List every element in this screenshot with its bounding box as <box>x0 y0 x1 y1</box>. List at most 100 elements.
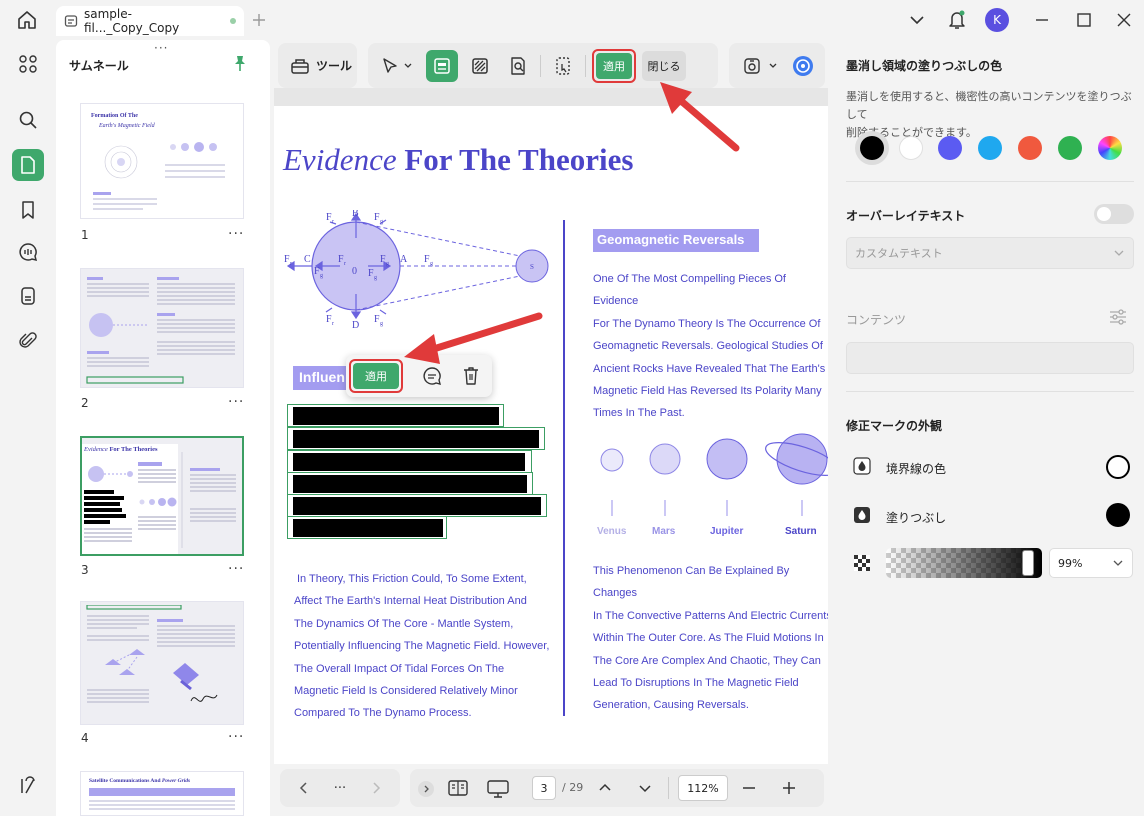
sidebar-toggle-icon[interactable] <box>12 770 44 802</box>
redact-pages-button[interactable] <box>547 50 579 82</box>
toolbox-icon <box>291 58 309 74</box>
home-icon[interactable] <box>16 9 38 31</box>
attachment-stack-icon[interactable] <box>12 280 44 312</box>
tools-label: ツール <box>316 59 353 73</box>
thumbnail-page-4[interactable] <box>80 601 244 725</box>
more-options-button[interactable]: ··· <box>334 781 346 796</box>
search-redact-button[interactable] <box>502 50 534 82</box>
fill-color-swatch[interactable] <box>1106 503 1130 527</box>
bookmark-icon[interactable] <box>12 194 44 226</box>
page-nav-group: ··· <box>280 769 400 807</box>
custom-text-placeholder: カスタムテキスト <box>855 247 943 260</box>
overlay-text-title: オーバーレイテキスト <box>846 209 966 223</box>
thumbnail-page-1[interactable]: Formation Of The Earth's Magnetic Field <box>80 103 244 219</box>
drag-handle-icon[interactable]: ··· <box>154 41 168 55</box>
chevron-down-icon <box>404 63 412 68</box>
bell-icon[interactable] <box>947 9 967 31</box>
opacity-value: 99% <box>1058 556 1083 570</box>
current-page-input[interactable]: 3 <box>532 776 556 800</box>
ai-assistant-button[interactable] <box>787 50 819 82</box>
custom-text-select[interactable]: カスタムテキスト <box>846 237 1134 269</box>
thumb-more-3[interactable]: ··· <box>228 561 244 577</box>
fill-drop-icon <box>853 506 871 524</box>
search-icon[interactable] <box>12 104 44 136</box>
swatch-cyan[interactable] <box>978 136 1002 160</box>
chevron-down-icon <box>1113 560 1123 566</box>
apply-button-highlight: 適用 <box>592 48 636 83</box>
swatch-green[interactable] <box>1058 136 1082 160</box>
content-text-input[interactable] <box>846 342 1134 374</box>
document-tab-icon <box>64 14 78 28</box>
thumb-number-1: 1 <box>81 228 89 242</box>
fill-color-description: 墨消しを使用すると、機密性の高いコンテンツを塗りつぶして 削除することができます… <box>846 88 1138 142</box>
apps-grid-icon[interactable] <box>12 48 44 80</box>
toggle-knob <box>1097 207 1111 221</box>
swatch-custom-rainbow[interactable] <box>1098 136 1122 160</box>
paperclip-icon[interactable] <box>12 325 44 357</box>
close-window-icon[interactable] <box>1116 12 1132 28</box>
swatch-white[interactable] <box>899 136 923 160</box>
cursor-arrow-icon <box>383 57 397 73</box>
thumb-number-2: 2 <box>81 396 89 410</box>
swatch-blue[interactable] <box>938 136 962 160</box>
maximize-icon[interactable] <box>1076 12 1092 28</box>
toolbar-apply-button[interactable]: 適用 <box>596 52 632 79</box>
thumb-number-4: 4 <box>81 731 89 745</box>
page-up-icon[interactable] <box>598 781 612 795</box>
collapse-toggle-icon[interactable] <box>418 781 434 797</box>
opacity-slider[interactable] <box>886 548 1042 578</box>
opacity-slider-handle[interactable] <box>1022 550 1034 576</box>
select-tool-button[interactable] <box>374 50 420 82</box>
thumbnail-page-2[interactable] <box>80 268 244 388</box>
fill-color-title: 墨消し領域の塗りつぶしの色 <box>846 59 1003 73</box>
tools-group: ツール <box>278 43 357 88</box>
opacity-select[interactable]: 99% <box>1049 548 1133 578</box>
content-label: コンテンツ <box>846 313 907 327</box>
border-color-label: 境界線の色 <box>886 462 947 476</box>
fill-color-description-line: 墨消しを使用すると、機密性の高いコンテンツを塗りつぶして <box>846 90 1132 121</box>
opacity-checker-icon <box>853 554 871 572</box>
thumbnail-panel-title: サムネール <box>69 59 129 73</box>
fill-label: 塗りつぶし <box>886 511 947 525</box>
thumbnail-panel: ··· サムネール Formation Of The Earth's Magne… <box>56 40 270 816</box>
left-nav-bar <box>0 40 56 816</box>
chevron-down-icon[interactable] <box>908 12 926 28</box>
redact-pattern-button[interactable] <box>464 50 496 82</box>
two-page-view-icon[interactable] <box>447 778 469 798</box>
minimize-icon[interactable] <box>1034 12 1050 28</box>
overlay-text-toggle[interactable] <box>1094 204 1134 224</box>
page-search-icon <box>511 56 525 75</box>
swatch-black[interactable] <box>860 136 884 160</box>
thumb-page-5-art <box>89 788 235 810</box>
pin-icon[interactable] <box>231 54 249 72</box>
redact-area-icon <box>434 57 450 74</box>
presentation-icon[interactable] <box>486 778 510 800</box>
thumb-more-1[interactable]: ··· <box>228 226 244 242</box>
text-settings-sliders-icon[interactable] <box>1108 307 1128 327</box>
page-down-icon[interactable] <box>638 781 652 795</box>
thumb-more-2[interactable]: ··· <box>228 394 244 410</box>
title-bar: sample-fil..._Copy_Copy K <box>0 0 1144 40</box>
thumbnails-page-icon[interactable] <box>12 149 44 181</box>
previous-page-icon[interactable] <box>297 781 311 795</box>
zoom-in-icon[interactable] <box>782 781 796 795</box>
comment-icon[interactable] <box>12 236 44 268</box>
chevron-down-icon <box>769 63 777 68</box>
divider <box>846 181 1134 182</box>
thumbnail-page-3[interactable]: Evidence For The Theories <box>80 436 244 556</box>
new-tab-plus-icon[interactable] <box>250 11 268 29</box>
tools-button[interactable]: ツール <box>278 57 352 75</box>
zoom-out-icon[interactable] <box>742 781 756 795</box>
total-pages-label: / 29 <box>562 781 584 794</box>
redact-area-button[interactable] <box>426 49 458 82</box>
hand-touch-icon <box>556 56 570 75</box>
thumbnail-page-5[interactable]: Satellite Communications And Power Grids <box>80 771 244 816</box>
annotation-arrows <box>404 312 543 364</box>
swatch-orange[interactable] <box>1018 136 1042 160</box>
next-page-icon[interactable] <box>369 781 383 795</box>
thumb-more-4[interactable]: ··· <box>228 729 244 745</box>
user-avatar[interactable]: K <box>985 8 1009 32</box>
border-color-swatch[interactable] <box>1106 455 1130 479</box>
zoom-level-input[interactable]: 112% <box>678 775 728 801</box>
document-tab[interactable]: sample-fil..._Copy_Copy <box>56 6 244 36</box>
